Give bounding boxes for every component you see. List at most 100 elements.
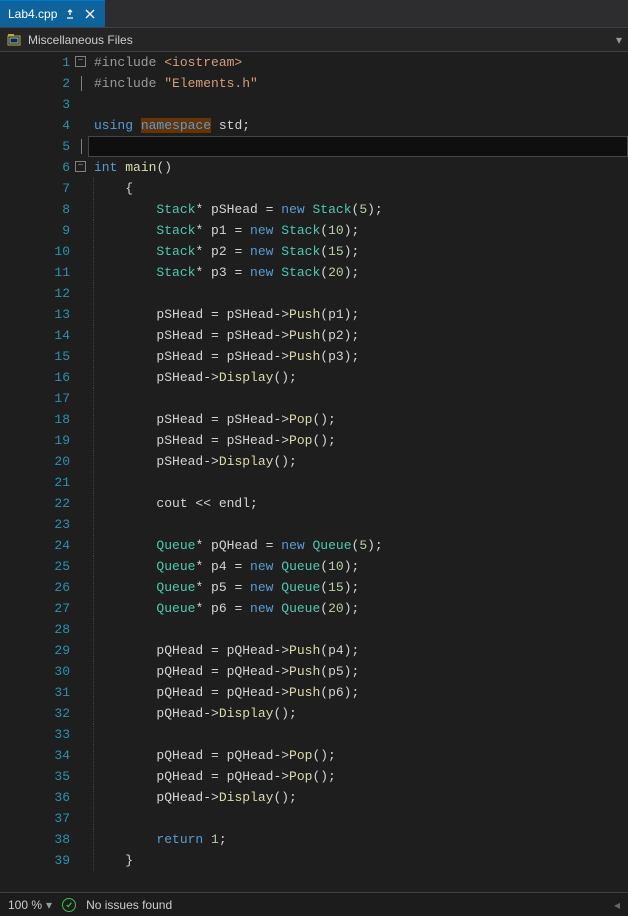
issues-status[interactable]: No issues found [86, 898, 172, 912]
line-number: 24 [0, 535, 88, 556]
code-line[interactable]: pQHead->Display(); [88, 703, 628, 724]
code-line[interactable]: pSHead->Display(); [88, 367, 628, 388]
navigation-bar: Miscellaneous Files ▾ [0, 28, 628, 52]
code-line[interactable]: return 1; [88, 829, 628, 850]
line-number: 8 [0, 199, 88, 220]
line-number: 20 [0, 451, 88, 472]
code-line[interactable]: int main() [88, 157, 628, 178]
code-line[interactable]: #include "Elements.h" [88, 73, 628, 94]
code-line[interactable]: pSHead = pSHead->Push(p1); [88, 304, 628, 325]
line-number: 16 [0, 367, 88, 388]
outline-bar-icon [81, 139, 82, 154]
line-number: 12 [0, 283, 88, 304]
line-number: 39 [0, 850, 88, 871]
code-line[interactable]: Stack* p1 = new Stack(10); [88, 220, 628, 241]
line-number: 38 [0, 829, 88, 850]
scope-icon [6, 32, 22, 48]
line-number: 13 [0, 304, 88, 325]
code-line[interactable] [88, 472, 628, 493]
line-number: 21 [0, 472, 88, 493]
line-number: 4 [0, 115, 88, 136]
check-circle-icon [62, 898, 76, 912]
line-number: 31 [0, 682, 88, 703]
code-line[interactable]: pSHead = pSHead->Push(p2); [88, 325, 628, 346]
tab-bar: Lab4.cpp [0, 0, 628, 28]
code-line[interactable] [88, 724, 628, 745]
line-number: 25 [0, 556, 88, 577]
code-line[interactable]: using namespace std; [88, 115, 628, 136]
code-content[interactable]: #include <iostream>#include "Elements.h"… [88, 52, 628, 892]
line-number: 7 [0, 178, 88, 199]
code-line[interactable]: Stack* p2 = new Stack(15); [88, 241, 628, 262]
tab-filename: Lab4.cpp [8, 7, 57, 21]
scope-label[interactable]: Miscellaneous Files [28, 33, 133, 47]
code-line[interactable] [88, 514, 628, 535]
code-line[interactable]: pSHead = pSHead->Pop(); [88, 430, 628, 451]
code-line[interactable]: pQHead = pQHead->Push(p4); [88, 640, 628, 661]
horizontal-scroll-thumb[interactable]: ◂ [614, 898, 620, 912]
pin-icon[interactable] [63, 7, 77, 21]
code-line[interactable]: cout << endl; [88, 493, 628, 514]
line-number: 37 [0, 808, 88, 829]
code-line[interactable]: Queue* p4 = new Queue(10); [88, 556, 628, 577]
line-number: 2 [0, 73, 88, 94]
line-number: 6 [0, 157, 88, 178]
code-line[interactable]: Queue* p6 = new Queue(20); [88, 598, 628, 619]
code-line[interactable]: Queue* pQHead = new Queue(5); [88, 535, 628, 556]
line-number: 32 [0, 703, 88, 724]
line-number: 1 [0, 52, 88, 73]
line-number: 14 [0, 325, 88, 346]
code-line[interactable]: Queue* p5 = new Queue(15); [88, 577, 628, 598]
line-number: 15 [0, 346, 88, 367]
outline-bar-icon [81, 76, 82, 91]
code-line[interactable] [88, 619, 628, 640]
code-line[interactable]: pQHead = pQHead->Push(p6); [88, 682, 628, 703]
line-number: 23 [0, 514, 88, 535]
chevron-down-icon: ▾ [46, 898, 52, 912]
line-number: 30 [0, 661, 88, 682]
code-line[interactable] [88, 136, 628, 157]
code-line[interactable]: } [88, 850, 628, 871]
line-number: 28 [0, 619, 88, 640]
fold-minus-icon[interactable] [75, 161, 86, 172]
zoom-control[interactable]: 100 % ▾ [8, 898, 52, 912]
code-line[interactable] [88, 388, 628, 409]
code-line[interactable]: pQHead->Display(); [88, 787, 628, 808]
line-number: 18 [0, 409, 88, 430]
line-number: 11 [0, 262, 88, 283]
line-number: 10 [0, 241, 88, 262]
code-line[interactable]: pSHead->Display(); [88, 451, 628, 472]
code-line[interactable]: { [88, 178, 628, 199]
tab-active[interactable]: Lab4.cpp [0, 0, 105, 27]
line-number: 19 [0, 430, 88, 451]
line-number: 29 [0, 640, 88, 661]
line-number: 5 [0, 136, 88, 157]
code-line[interactable]: Stack* pSHead = new Stack(5); [88, 199, 628, 220]
code-line[interactable]: pQHead = pQHead->Pop(); [88, 766, 628, 787]
code-line[interactable]: pQHead = pQHead->Pop(); [88, 745, 628, 766]
code-line[interactable] [88, 283, 628, 304]
line-number: 22 [0, 493, 88, 514]
chevron-down-icon[interactable]: ▾ [616, 33, 622, 47]
line-number: 36 [0, 787, 88, 808]
code-line[interactable]: #include <iostream> [88, 52, 628, 73]
code-line[interactable]: pQHead = pQHead->Push(p5); [88, 661, 628, 682]
line-number: 3 [0, 94, 88, 115]
line-number-gutter: 1234567891011121314151617181920212223242… [0, 52, 88, 892]
code-line[interactable]: pSHead = pSHead->Pop(); [88, 409, 628, 430]
fold-minus-icon[interactable] [75, 56, 86, 67]
line-number: 34 [0, 745, 88, 766]
status-bar: 100 % ▾ No issues found ◂ [0, 892, 628, 916]
line-number: 33 [0, 724, 88, 745]
close-icon[interactable] [83, 7, 97, 21]
line-number: 26 [0, 577, 88, 598]
zoom-value: 100 % [8, 898, 42, 912]
code-line[interactable] [88, 808, 628, 829]
code-editor[interactable]: 1234567891011121314151617181920212223242… [0, 52, 628, 892]
line-number: 9 [0, 220, 88, 241]
code-line[interactable] [88, 94, 628, 115]
code-line[interactable]: pSHead = pSHead->Push(p3); [88, 346, 628, 367]
line-number: 27 [0, 598, 88, 619]
line-number: 35 [0, 766, 88, 787]
code-line[interactable]: Stack* p3 = new Stack(20); [88, 262, 628, 283]
